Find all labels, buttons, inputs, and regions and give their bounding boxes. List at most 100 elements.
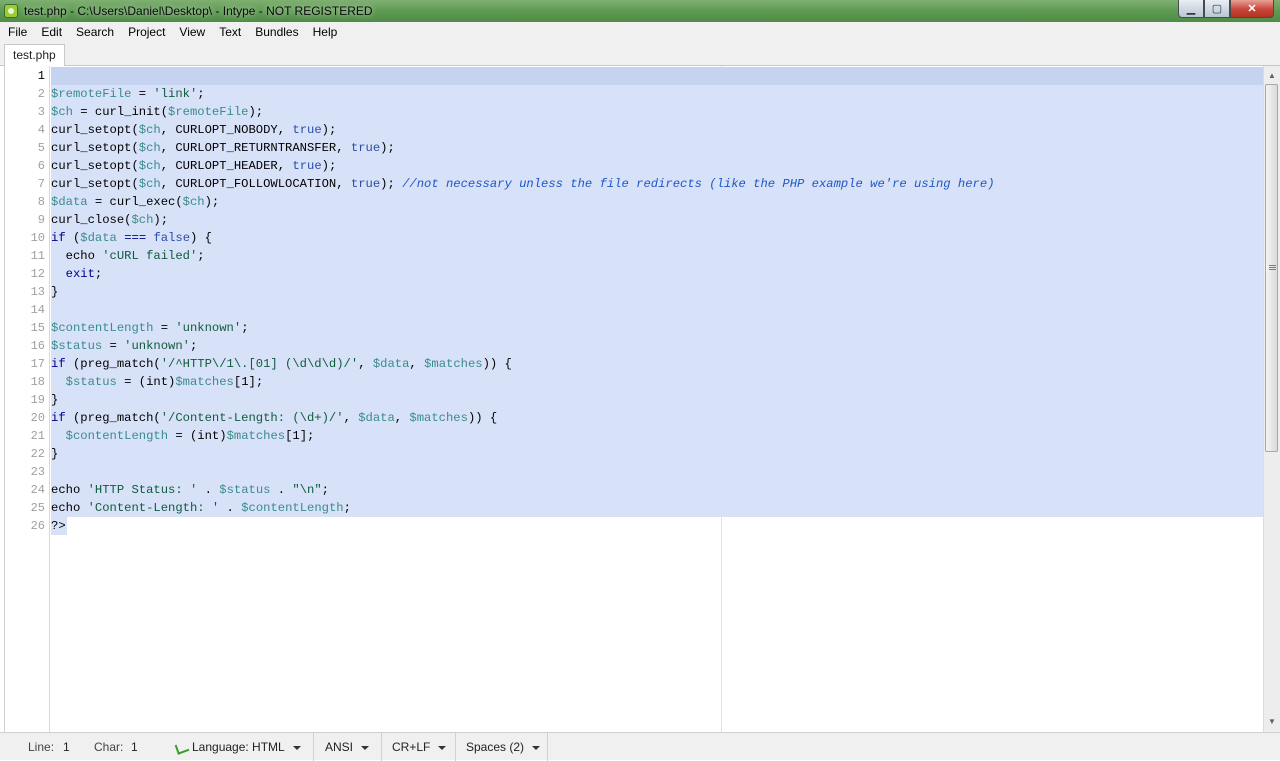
indent-label: Spaces (2)	[466, 740, 525, 754]
grip-line	[1269, 269, 1276, 270]
line-number: 4	[37, 123, 45, 137]
selection-highlight	[51, 337, 1267, 355]
line-number: 25	[30, 501, 45, 515]
code-editor[interactable]: 1 2 3 4 5 6 7 8 9 10 11 12 13 14 15 16 17 18 19 20 21 22 23 24 2…	[4, 66, 1280, 732]
code-line[interactable]: ?>	[51, 517, 66, 535]
grip-line	[1269, 265, 1276, 266]
line-number: 9	[37, 213, 45, 227]
code-line[interactable]: }	[51, 445, 58, 463]
line-number: 15	[30, 321, 45, 335]
menu-file[interactable]: File	[0, 22, 33, 42]
code-line[interactable]: if (preg_match('/^HTTP\/1\.[01] (\d\d\d)…	[51, 355, 512, 373]
intype-app-icon[interactable]	[4, 4, 18, 18]
window-title: test.php - C:\Users\Daniel\Desktop\ - In…	[24, 4, 373, 18]
menu-bar: File Edit Search Project View Text Bundl…	[0, 22, 1280, 42]
cursor-position: Line: 1 Char: 1	[0, 733, 160, 761]
selection-highlight	[51, 283, 1267, 301]
line-number: 23	[30, 465, 45, 479]
line-number: 7	[37, 177, 45, 191]
line-number: 19	[30, 393, 45, 407]
selection-highlight	[51, 193, 1267, 211]
code-line[interactable]: $status = (int)$matches[1];	[51, 373, 264, 391]
menu-help[interactable]: Help	[305, 22, 344, 42]
code-line[interactable]: }	[51, 391, 58, 409]
line-number: 3	[37, 105, 45, 119]
code-line[interactable]: curl_close($ch);	[51, 211, 168, 229]
selection-highlight	[51, 445, 1267, 463]
line-number: 11	[30, 249, 45, 263]
code-line[interactable]: curl_setopt($ch, CURLOPT_FOLLOWLOCATION,…	[51, 175, 995, 193]
code-line[interactable]: echo 'cURL failed';	[51, 247, 205, 265]
language-selector[interactable]: Language: HTML	[166, 733, 314, 761]
selection-highlight	[51, 391, 1267, 409]
code-line[interactable]: exit;	[51, 265, 103, 283]
line-number: 17	[30, 357, 45, 371]
line-number: 14	[30, 303, 45, 317]
code-line[interactable]: $contentLength = (int)$matches[1];	[51, 427, 315, 445]
code-line[interactable]: $remoteFile = 'link';	[51, 85, 205, 103]
code-line[interactable]: curl_setopt($ch, CURLOPT_HEADER, true);	[51, 157, 336, 175]
line-number: 21	[30, 429, 45, 443]
status-bar: Line: 1 Char: 1 Language: HTML ANSI CR+L…	[0, 732, 1280, 761]
code-line[interactable]: $data = curl_exec($ch);	[51, 193, 219, 211]
selection-highlight	[51, 211, 1267, 229]
chevron-down-icon	[361, 745, 370, 750]
selection-highlight	[51, 463, 1267, 481]
close-button[interactable]: ✕	[1230, 0, 1274, 18]
scrollbar-thumb[interactable]	[1265, 84, 1278, 452]
menu-bundles[interactable]: Bundles	[247, 22, 304, 42]
char-label: Char:	[94, 740, 124, 754]
menu-project[interactable]: Project	[120, 22, 171, 42]
line-number: 6	[37, 159, 45, 173]
line-number: 5	[37, 141, 45, 155]
line-value: 1	[63, 740, 70, 754]
line-ending-label: CR+LF	[392, 740, 431, 754]
code-line[interactable]: if (preg_match('/Content-Length: (\d+)/'…	[51, 409, 497, 427]
line-label: Line:	[28, 740, 55, 754]
minimize-button[interactable]: ▁	[1178, 0, 1204, 18]
tab-test-php[interactable]: test.php	[4, 44, 65, 66]
line-number: 16	[30, 339, 45, 353]
code-line[interactable]: }	[51, 283, 58, 301]
code-line[interactable]: $status = 'unknown';	[51, 337, 197, 355]
line-number: 20	[30, 411, 45, 425]
code-line[interactable]: $ch = curl_init($remoteFile);	[51, 103, 263, 121]
selection-highlight	[51, 67, 1267, 85]
line-number-gutter: 1 2 3 4 5 6 7 8 9 10 11 12 13 14 15 16 17 18 19 20 21 22 23 24 2…	[5, 66, 50, 732]
code-line[interactable]: echo 'Content-Length: ' . $contentLength…	[51, 499, 351, 517]
code-area[interactable]: $remoteFile = 'link'; $ch = curl_init($re…	[51, 66, 1267, 732]
scroll-down-arrow-icon[interactable]: ▼	[1264, 714, 1280, 730]
selection-highlight	[51, 229, 1267, 247]
line-number: 2	[37, 87, 45, 101]
chevron-down-icon	[532, 745, 541, 750]
line-number: 13	[30, 285, 45, 299]
language-bundle-icon	[174, 741, 190, 755]
menu-view[interactable]: View	[171, 22, 211, 42]
tab-bar: test.php	[0, 42, 1280, 66]
menu-edit[interactable]: Edit	[33, 22, 68, 42]
grip-line	[1269, 267, 1276, 268]
maximize-button[interactable]: ▢	[1204, 0, 1230, 18]
line-number: 8	[37, 195, 45, 209]
encoding-selector[interactable]: ANSI	[314, 733, 382, 761]
line-number: 12	[30, 267, 45, 281]
scroll-up-arrow-icon[interactable]: ▲	[1264, 68, 1280, 84]
line-number: 22	[30, 447, 45, 461]
line-number: 24	[30, 483, 45, 497]
vertical-scrollbar[interactable]: ▲ ▼	[1263, 66, 1280, 732]
code-line[interactable]: if ($data === false) {	[51, 229, 212, 247]
code-line[interactable]: curl_setopt($ch, CURLOPT_NOBODY, true);	[51, 121, 336, 139]
title-bar: test.php - C:\Users\Daniel\Desktop\ - In…	[0, 0, 1280, 22]
selection-highlight	[51, 247, 1267, 265]
language-label: Language: HTML	[192, 740, 285, 754]
indent-selector[interactable]: Spaces (2)	[456, 733, 548, 761]
window-controls: ▁ ▢ ✕	[1178, 0, 1274, 18]
selection-highlight	[51, 265, 1267, 283]
line-ending-selector[interactable]: CR+LF	[382, 733, 456, 761]
menu-search[interactable]: Search	[68, 22, 120, 42]
code-line[interactable]: curl_setopt($ch, CURLOPT_RETURNTRANSFER,…	[51, 139, 395, 157]
code-line[interactable]: echo 'HTTP Status: ' . $status . "\n";	[51, 481, 329, 499]
code-line[interactable]: $contentLength = 'unknown';	[51, 319, 249, 337]
line-number: 18	[30, 375, 45, 389]
menu-text[interactable]: Text	[211, 22, 247, 42]
